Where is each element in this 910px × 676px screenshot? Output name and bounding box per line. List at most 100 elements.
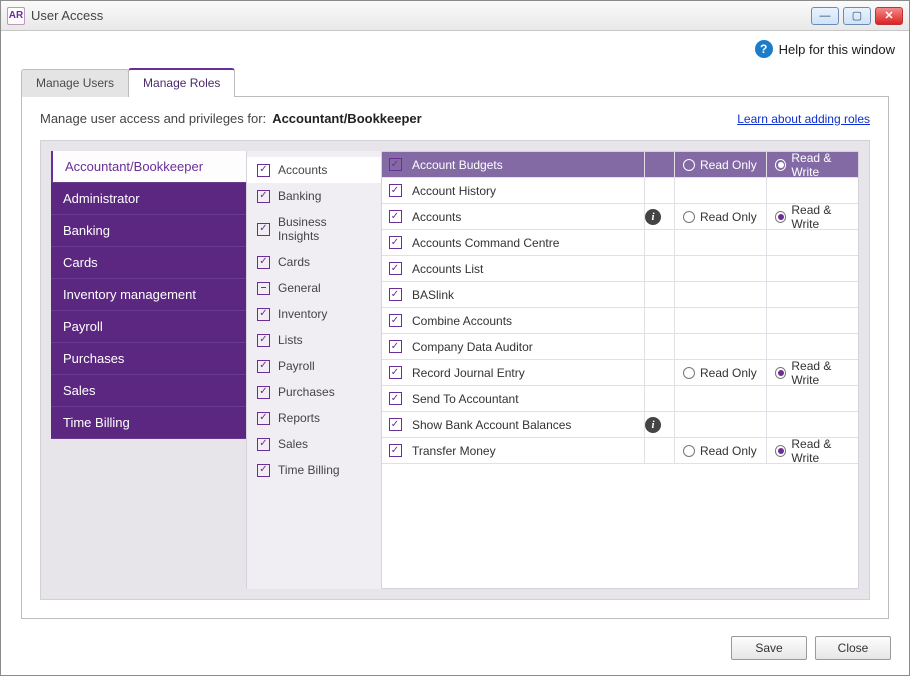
read-write-radio[interactable] [775, 367, 786, 379]
role-item[interactable]: Sales [51, 375, 246, 407]
permission-label: Company Data Auditor [408, 340, 644, 354]
category-label: Time Billing [278, 463, 340, 477]
read-write-radio[interactable] [775, 159, 786, 171]
category-item[interactable]: Time Billing [247, 457, 381, 483]
category-item[interactable]: Sales [247, 431, 381, 457]
category-item[interactable]: Lists [247, 327, 381, 353]
permission-checkbox[interactable] [389, 184, 402, 197]
permission-label: Account Budgets [408, 158, 644, 172]
permission-label: Show Bank Account Balances [408, 418, 644, 432]
info-icon[interactable]: i [645, 209, 661, 225]
category-checkbox[interactable] [257, 464, 270, 477]
permissions-table: Account Budgets Read Only Read & Write Acco… [381, 151, 859, 589]
content-frame: Manage user access and privileges for: A… [21, 96, 889, 619]
role-item[interactable]: Time Billing [51, 407, 246, 439]
permission-checkbox[interactable] [389, 262, 402, 275]
permission-row: Show Bank Account Balancesi [382, 412, 858, 438]
roles-list: Accountant/BookkeeperAdministratorBankin… [51, 151, 246, 589]
inner-panel: Accountant/BookkeeperAdministratorBankin… [40, 140, 870, 600]
permission-label: Transfer Money [408, 444, 644, 458]
category-label: Banking [278, 189, 321, 203]
category-label: Business Insights [278, 215, 371, 243]
help-label: Help for this window [779, 42, 895, 57]
maximize-button[interactable]: ▢ [843, 7, 871, 25]
category-item[interactable]: Payroll [247, 353, 381, 379]
category-label: Accounts [278, 163, 327, 177]
header-prompt: Manage user access and privileges for: [40, 111, 266, 126]
read-only-radio[interactable] [683, 159, 695, 171]
category-checkbox[interactable] [257, 334, 270, 347]
category-checkbox[interactable] [257, 282, 270, 295]
close-button[interactable]: Close [815, 636, 891, 660]
permission-label: Accounts [408, 210, 644, 224]
header-row: Manage user access and privileges for: A… [40, 111, 870, 126]
permission-row: BASlink [382, 282, 858, 308]
category-label: Lists [278, 333, 303, 347]
read-only-radio[interactable] [683, 445, 695, 457]
permission-row: Company Data Auditor [382, 334, 858, 360]
close-window-button[interactable]: ✕ [875, 7, 903, 25]
permission-checkbox[interactable] [389, 392, 402, 405]
category-item[interactable]: Purchases [247, 379, 381, 405]
role-item[interactable]: Banking [51, 215, 246, 247]
permission-checkbox[interactable] [389, 418, 402, 431]
role-item[interactable]: Purchases [51, 343, 246, 375]
permission-label: BASlink [408, 288, 644, 302]
save-button[interactable]: Save [731, 636, 807, 660]
read-write-label: Read & Write [791, 437, 858, 465]
permission-checkbox[interactable] [389, 236, 402, 249]
category-label: Cards [278, 255, 310, 269]
category-item[interactable]: Accounts [247, 157, 381, 183]
permission-checkbox[interactable] [389, 444, 402, 457]
category-checkbox[interactable] [257, 164, 270, 177]
permission-checkbox[interactable] [389, 314, 402, 327]
category-label: Inventory [278, 307, 327, 321]
tab-manage-roles[interactable]: Manage Roles [128, 68, 235, 97]
category-checkbox[interactable] [257, 308, 270, 321]
category-item[interactable]: Banking [247, 183, 381, 209]
read-only-label: Read Only [700, 158, 757, 172]
read-only-radio[interactable] [683, 211, 695, 223]
category-checkbox[interactable] [257, 412, 270, 425]
permission-row: Accounts Command Centre [382, 230, 858, 256]
category-item[interactable]: Inventory [247, 301, 381, 327]
permission-checkbox[interactable] [389, 340, 402, 353]
category-checkbox[interactable] [257, 360, 270, 373]
category-checkbox[interactable] [257, 438, 270, 451]
category-item[interactable]: Cards [247, 249, 381, 275]
read-write-radio[interactable] [775, 445, 786, 457]
permission-checkbox[interactable] [389, 158, 402, 171]
role-item[interactable]: Inventory management [51, 279, 246, 311]
permission-checkbox[interactable] [389, 288, 402, 301]
titlebar: AR User Access — ▢ ✕ [1, 1, 909, 31]
help-icon: ? [755, 40, 773, 58]
category-checkbox[interactable] [257, 386, 270, 399]
read-write-label: Read & Write [791, 359, 858, 387]
learn-roles-link[interactable]: Learn about adding roles [737, 112, 870, 126]
role-item[interactable]: Administrator [51, 183, 246, 215]
category-item[interactable]: Reports [247, 405, 381, 431]
read-write-radio[interactable] [775, 211, 786, 223]
role-item[interactable]: Payroll [51, 311, 246, 343]
permission-checkbox[interactable] [389, 366, 402, 379]
permission-label: Accounts Command Centre [408, 236, 644, 250]
read-only-label: Read Only [700, 444, 757, 458]
category-checkbox[interactable] [257, 190, 270, 203]
category-checkbox[interactable] [257, 223, 270, 236]
role-item[interactable]: Cards [51, 247, 246, 279]
permission-checkbox[interactable] [389, 210, 402, 223]
role-item[interactable]: Accountant/Bookkeeper [51, 151, 246, 183]
category-item[interactable]: General [247, 275, 381, 301]
category-label: Payroll [278, 359, 315, 373]
info-icon[interactable]: i [645, 417, 661, 433]
permission-row: Transfer Money Read Only Read & Write [382, 438, 858, 464]
minimize-button[interactable]: — [811, 7, 839, 25]
tab-manage-users[interactable]: Manage Users [21, 69, 129, 97]
permission-label: Accounts List [408, 262, 644, 276]
help-link[interactable]: ? Help for this window [755, 40, 895, 58]
category-item[interactable]: Business Insights [247, 209, 381, 249]
read-only-radio[interactable] [683, 367, 695, 379]
permission-row: Send To Accountant [382, 386, 858, 412]
category-checkbox[interactable] [257, 256, 270, 269]
toolbar: ? Help for this window [1, 31, 909, 67]
